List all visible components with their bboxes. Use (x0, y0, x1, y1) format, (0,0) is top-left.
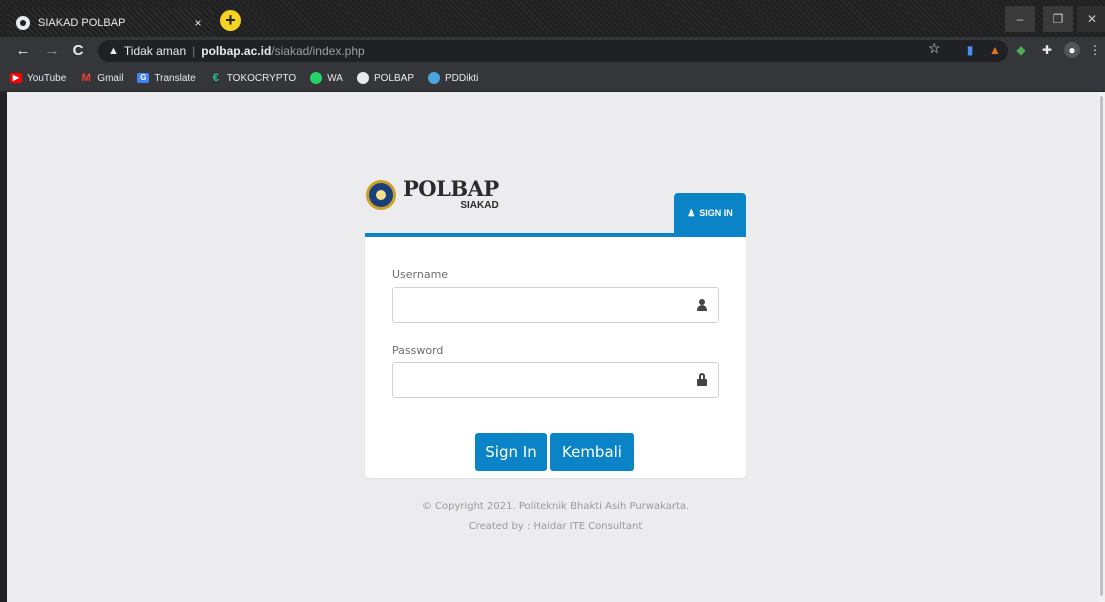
whatsapp-icon (310, 72, 323, 84)
url-host: polbap.ac.id (201, 44, 272, 58)
address-bar[interactable]: ▲ Tidak aman | polbap.ac.id /siakad/inde… (98, 40, 1008, 62)
browser-tab[interactable]: SIAKAD POLBAP × (8, 8, 214, 37)
bookmark-translate[interactable]: G Translate (137, 72, 196, 84)
bookmark-wa[interactable]: WA (310, 72, 343, 84)
gmail-icon: M (81, 72, 91, 84)
username-input[interactable] (393, 288, 718, 322)
reload-icon[interactable]: C (67, 40, 89, 62)
copyright-text: © Copyright 2021. Politeknik Bhakti Asih… (421, 501, 690, 512)
user-icon (696, 298, 708, 312)
metamask-icon[interactable]: ▲ (988, 42, 1002, 58)
translate-icon: G (137, 73, 150, 83)
back-arrow-icon[interactable]: ← (12, 40, 34, 62)
pddikti-icon (428, 72, 440, 84)
forward-arrow-icon[interactable]: → (41, 40, 63, 62)
puzzle-icon[interactable]: ✚ (1040, 42, 1054, 58)
brand-subtitle: SIAKAD (460, 200, 499, 211)
bookmark-label: WA (327, 72, 343, 84)
bookmark-polbap[interactable]: POLBAP (356, 72, 414, 84)
tokocrypto-icon: € (212, 72, 219, 84)
new-tab-button[interactable]: + (220, 10, 241, 31)
warning-icon: ▲ (108, 45, 119, 57)
tab-signin[interactable]: ♟ SIGN IN (674, 193, 746, 233)
tab-signin-label: SIGN IN (699, 208, 733, 218)
brand-name: POLBAP (403, 176, 499, 201)
security-label[interactable]: Tidak aman (124, 44, 186, 58)
bookmark-label: YouTube (27, 72, 67, 84)
minimize-button[interactable]: – (1005, 6, 1035, 32)
separator: | (192, 44, 196, 58)
kembali-button[interactable]: Kembali (550, 433, 634, 471)
menu-icon[interactable]: ⋮ (1088, 42, 1102, 58)
avatar[interactable]: ● (1064, 42, 1080, 58)
bookmark-label: PDDikti (445, 72, 479, 84)
close-window-button[interactable]: ✕ (1077, 6, 1105, 32)
bookmark-label: POLBAP (373, 72, 414, 84)
youtube-icon: ▶ (10, 73, 22, 83)
bookmark-tokocrypto[interactable]: € TOKOCRYPTO (210, 72, 297, 84)
username-label: Username (392, 268, 449, 281)
page-footer: © Copyright 2021. Politeknik Bhakti Asih… (365, 497, 746, 537)
bookmark-gmail[interactable]: M Gmail (80, 72, 124, 84)
password-field[interactable] (392, 362, 719, 398)
tab-title: SIAKAD POLBAP (38, 16, 126, 29)
sign-in-button[interactable]: Sign In (475, 433, 547, 471)
globe-icon (16, 15, 30, 30)
url-path: /siakad/index.php (271, 44, 365, 58)
extension-shield-icon[interactable]: ▮ (963, 42, 977, 58)
bookmarks-bar: ▶ YouTube M Gmail G Translate € TOKOCRYP… (0, 65, 1105, 92)
extension-green-icon[interactable]: ◆ (1014, 42, 1028, 58)
bookmark-label: TOKOCRYPTO (226, 72, 297, 84)
username-field[interactable] (392, 287, 719, 323)
brand-logo: POLBAP SIAKAD (366, 178, 499, 212)
close-tab-icon[interactable]: × (190, 16, 206, 30)
user-icon: ♟ (687, 207, 696, 218)
maximize-button[interactable]: ❐ (1043, 6, 1073, 32)
bookmark-youtube[interactable]: ▶ YouTube (10, 73, 66, 84)
credit-text: Created by : Haidar ITE Consultant (468, 521, 643, 532)
password-label: Password (392, 344, 444, 357)
bookmark-label: Gmail (97, 72, 124, 84)
lock-icon (696, 373, 708, 387)
bookmark-pddikti[interactable]: PDDikti (428, 72, 478, 84)
password-input[interactable] (393, 363, 718, 397)
bookmark-label: Translate (154, 72, 196, 84)
scrollbar-thumb[interactable] (1100, 96, 1103, 596)
polbap-seal-icon (366, 180, 396, 210)
bookmark-star-icon[interactable]: ☆ (928, 40, 941, 57)
login-card: Username Password Sign In Kembali (365, 233, 746, 478)
globe-icon (356, 72, 369, 84)
